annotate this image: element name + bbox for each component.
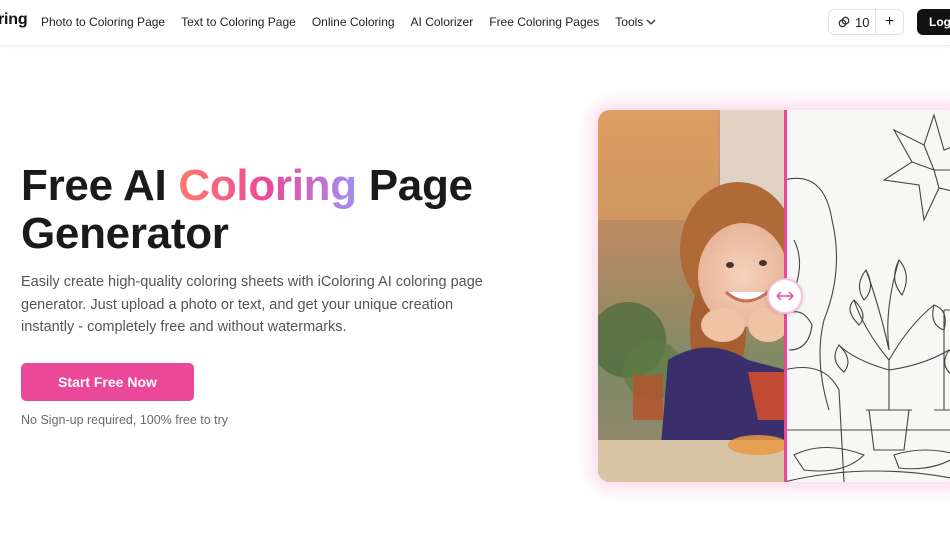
login-button[interactable]: Logi [917, 9, 950, 35]
start-free-now-button[interactable]: Start Free Now [21, 363, 194, 401]
credits-widget[interactable]: 10 + [828, 9, 904, 35]
hero-title: Free AI Coloring Page Generator [21, 162, 541, 258]
top-nav-bar: ring Photo to Coloring Page Text to Colo… [0, 0, 950, 46]
arrows-horizontal-icon [776, 291, 794, 301]
nav-tools-label: Tools [615, 15, 644, 29]
nav-photo-to-coloring-page[interactable]: Photo to Coloring Page [41, 15, 165, 29]
nav-online-coloring[interactable]: Online Coloring [312, 15, 395, 29]
chevron-down-icon [646, 19, 656, 25]
credits-count: 10 [855, 14, 870, 30]
nav-ai-colorizer[interactable]: AI Colorizer [411, 15, 474, 29]
hero-description: Easily create high-quality coloring shee… [21, 274, 483, 335]
hero-title-line2: Generator [21, 209, 229, 258]
hero-title-highlight: Coloring [178, 161, 357, 210]
cta-note: No Sign-up required, 100% free to try [21, 413, 229, 427]
logo[interactable]: ring [0, 11, 28, 29]
coin-link-icon [837, 15, 851, 29]
coloring-page-after-image [784, 110, 950, 482]
nav-tools-dropdown[interactable]: Tools [615, 15, 656, 29]
add-credits-button[interactable]: + [875, 10, 903, 34]
photo-before-image [598, 110, 786, 482]
hero-title-part2: Page [356, 161, 473, 210]
hero-title-part1: Free AI [21, 161, 179, 210]
main-nav: Photo to Coloring Page Text to Coloring … [41, 15, 672, 29]
compare-slider-handle[interactable] [767, 278, 803, 314]
nav-text-to-coloring-page[interactable]: Text to Coloring Page [181, 15, 296, 29]
nav-free-coloring-pages[interactable]: Free Coloring Pages [489, 15, 599, 29]
